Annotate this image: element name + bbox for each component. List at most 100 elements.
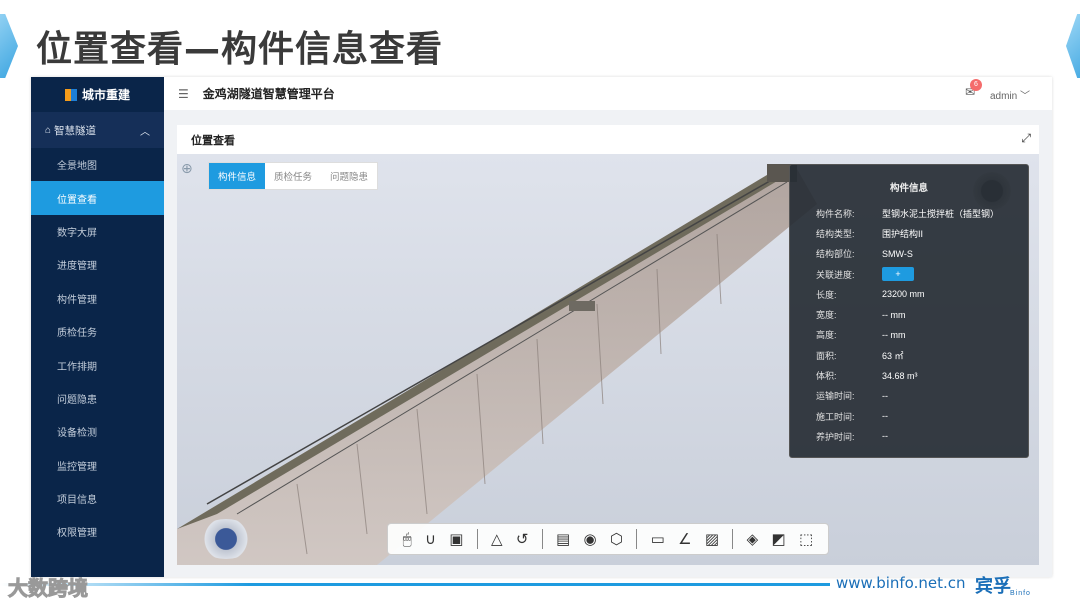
mail-icon[interactable]: ✉ 6: [965, 79, 982, 99]
info-key: 关联进度:: [816, 269, 855, 280]
logo[interactable]: 城市重建: [31, 77, 164, 112]
info-value: 型钢水泥土搅拌桩（插型钢）: [882, 208, 1000, 219]
info-row: 宽度: -- mm: [790, 304, 1028, 324]
toolbar-divider: [476, 529, 478, 549]
info-title: 构件信息: [889, 183, 928, 194]
info-row: 结构部位: SMW-S: [790, 244, 1028, 264]
tab-quality-tasks[interactable]: 质检任务: [265, 163, 321, 189]
user-menu[interactable]: admin ﹀: [990, 87, 1030, 102]
topbar: ☰ 金鸡湖隧道智慧管理平台 ✉ 6 admin ﹀: [164, 77, 1052, 110]
nav-group-label: 智慧隧道: [54, 124, 97, 137]
info-row: 关联进度: +: [790, 264, 1028, 284]
info-value: -- mm: [882, 309, 906, 320]
footer-url: www.binfo.net.cn: [836, 574, 966, 592]
terrain-icon[interactable]: △: [491, 530, 503, 548]
sidebar-item-digital-screen[interactable]: 数字大屏: [31, 215, 164, 248]
slide-title: 位置查看—构件信息查看: [36, 29, 444, 70]
info-key: 养护时间:: [816, 431, 855, 442]
add-progress-button[interactable]: +: [882, 267, 914, 282]
logo-text: 城市重建: [81, 88, 130, 102]
slide-decoration-left: [0, 14, 18, 78]
sidebar-item-components[interactable]: 构件管理: [31, 282, 164, 315]
cube-outline-icon[interactable]: ⬡: [610, 530, 623, 548]
box-select-icon[interactable]: ▣: [449, 530, 463, 548]
chevron-up-icon: ︿: [140, 127, 150, 138]
measure-distance-icon[interactable]: ▭: [651, 530, 665, 548]
info-key: 宽度:: [816, 310, 837, 321]
info-key: 体积:: [816, 371, 837, 382]
rotate-icon[interactable]: ↺: [516, 530, 529, 548]
sidebar-item-permissions[interactable]: 权限管理: [31, 515, 164, 548]
sidebar-item-quality-tasks[interactable]: 质检任务: [31, 315, 164, 348]
info-value: --: [882, 411, 888, 422]
sidebar-item-issues[interactable]: 问题隐患: [31, 382, 164, 415]
sidebar-item-project-info[interactable]: 项目信息: [31, 482, 164, 515]
sidebar: 城市重建 ⌂ 智慧隧道 ︿ 全景地图 位置查看 数字大屏 进度管理 构件管理 质…: [31, 77, 164, 577]
component-info-panel: 构件信息 构件名称: 型钢水泥土搅拌桩（插型钢） 结构类型: 围护结构II 结构部位…: [789, 164, 1029, 458]
model-viewport[interactable]: ⊕ 构件信息 质检任务 问题隐患 构件信息 构件名称: 型钢水泥土搅拌桩（插型钢）…: [177, 154, 1039, 565]
sidebar-item-progress[interactable]: 进度管理: [31, 248, 164, 281]
info-row: 结构类型: 围护结构II: [790, 223, 1028, 243]
info-row: 高度: -- mm: [790, 325, 1028, 345]
footer-brand-sub: Binfo: [1010, 590, 1031, 597]
info-key: 高度:: [816, 330, 837, 341]
watermark: 大数跨境: [8, 578, 89, 601]
mouse-icon[interactable]: 🖱: [403, 531, 412, 548]
tab-component-info[interactable]: 构件信息: [209, 163, 266, 189]
info-row: 面积: 63 ㎡: [790, 345, 1028, 365]
toolbar-divider: [541, 529, 543, 549]
menu-icon[interactable]: ☰: [178, 87, 189, 101]
chevron-down-icon: ﹀: [1020, 91, 1030, 102]
toolbar-divider: [636, 529, 638, 549]
info-key: 长度:: [816, 289, 837, 300]
info-key: 施工时间:: [816, 411, 855, 422]
info-key: 运输时间:: [816, 391, 855, 402]
sidebar-item-panorama-map[interactable]: 全景地图: [31, 148, 164, 181]
fullscreen-icon[interactable]: ⤢: [1021, 131, 1031, 146]
info-row: 施工时间: --: [790, 406, 1028, 426]
panel-title: 位置查看: [191, 134, 235, 147]
model-box-icon[interactable]: ◈: [747, 530, 759, 548]
sidebar-item-location-view[interactable]: 位置查看: [31, 181, 164, 215]
info-row: 长度: 23200 mm: [790, 284, 1028, 304]
magnet-icon[interactable]: ∪: [425, 530, 436, 548]
info-key: 构件名称:: [816, 208, 855, 219]
sidebar-item-schedule[interactable]: 工作排期: [31, 348, 164, 381]
clip-box-icon[interactable]: ⬚: [799, 530, 813, 548]
info-value: --: [882, 431, 888, 442]
globe-icon[interactable]: ⊕: [181, 160, 193, 177]
home-icon: ⌂: [45, 124, 52, 136]
info-value: --: [882, 390, 888, 401]
info-key: 面积:: [816, 350, 837, 361]
info-tabs: 构件信息 质检任务 问题隐患: [208, 162, 379, 190]
info-value: 34.68 m³: [882, 370, 918, 381]
mail-count-badge: 6: [970, 79, 982, 91]
toolbar-divider: [732, 529, 734, 549]
main-panel: 位置查看 ⤢ ⊕ 构件信息 质检任务 问题隐患 构件信息 构件名称: 型钢水泥土…: [177, 125, 1039, 565]
footer-divider: [0, 583, 830, 586]
platform-title: 金鸡湖隧道智慧管理平台: [202, 87, 335, 101]
info-row: 运输时间: --: [790, 386, 1028, 406]
tab-issues[interactable]: 问题隐患: [321, 163, 377, 189]
nav-group-smart-tunnel[interactable]: ⌂ 智慧隧道 ︿: [31, 112, 164, 148]
user-name: admin: [989, 91, 1018, 102]
logo-icon: [64, 88, 77, 101]
measure-area-icon[interactable]: ▨: [705, 530, 719, 548]
info-key: 结构类型:: [816, 228, 855, 239]
model-toolbar: 🖱 ∪ ▣ △ ↺ ▤ ◉ ⬡ ▭ ∠ ▨ ◈ ◩ ⬚: [387, 523, 829, 555]
info-value: -- mm: [882, 329, 906, 340]
info-value: 23200 mm: [882, 289, 925, 300]
info-value: 围护结构II: [882, 228, 924, 239]
eye-icon[interactable]: ◉: [584, 530, 597, 548]
footer-brand: 宾孚: [975, 576, 1011, 596]
measure-angle-icon[interactable]: ∠: [678, 530, 691, 548]
info-value: SMW-S: [882, 248, 913, 259]
sidebar-item-device-detection[interactable]: 设备检测: [31, 415, 164, 448]
info-value: 63 ㎡: [882, 350, 904, 361]
sidebar-item-monitoring[interactable]: 监控管理: [31, 449, 164, 482]
section-icon[interactable]: ◩: [771, 530, 785, 548]
hide-icon[interactable]: ▤: [556, 530, 570, 548]
slide-decoration-right: [1066, 14, 1080, 78]
info-row: 体积: 34.68 m³: [790, 365, 1028, 385]
info-row: 构件名称: 型钢水泥土搅拌桩（插型钢）: [790, 203, 1028, 223]
